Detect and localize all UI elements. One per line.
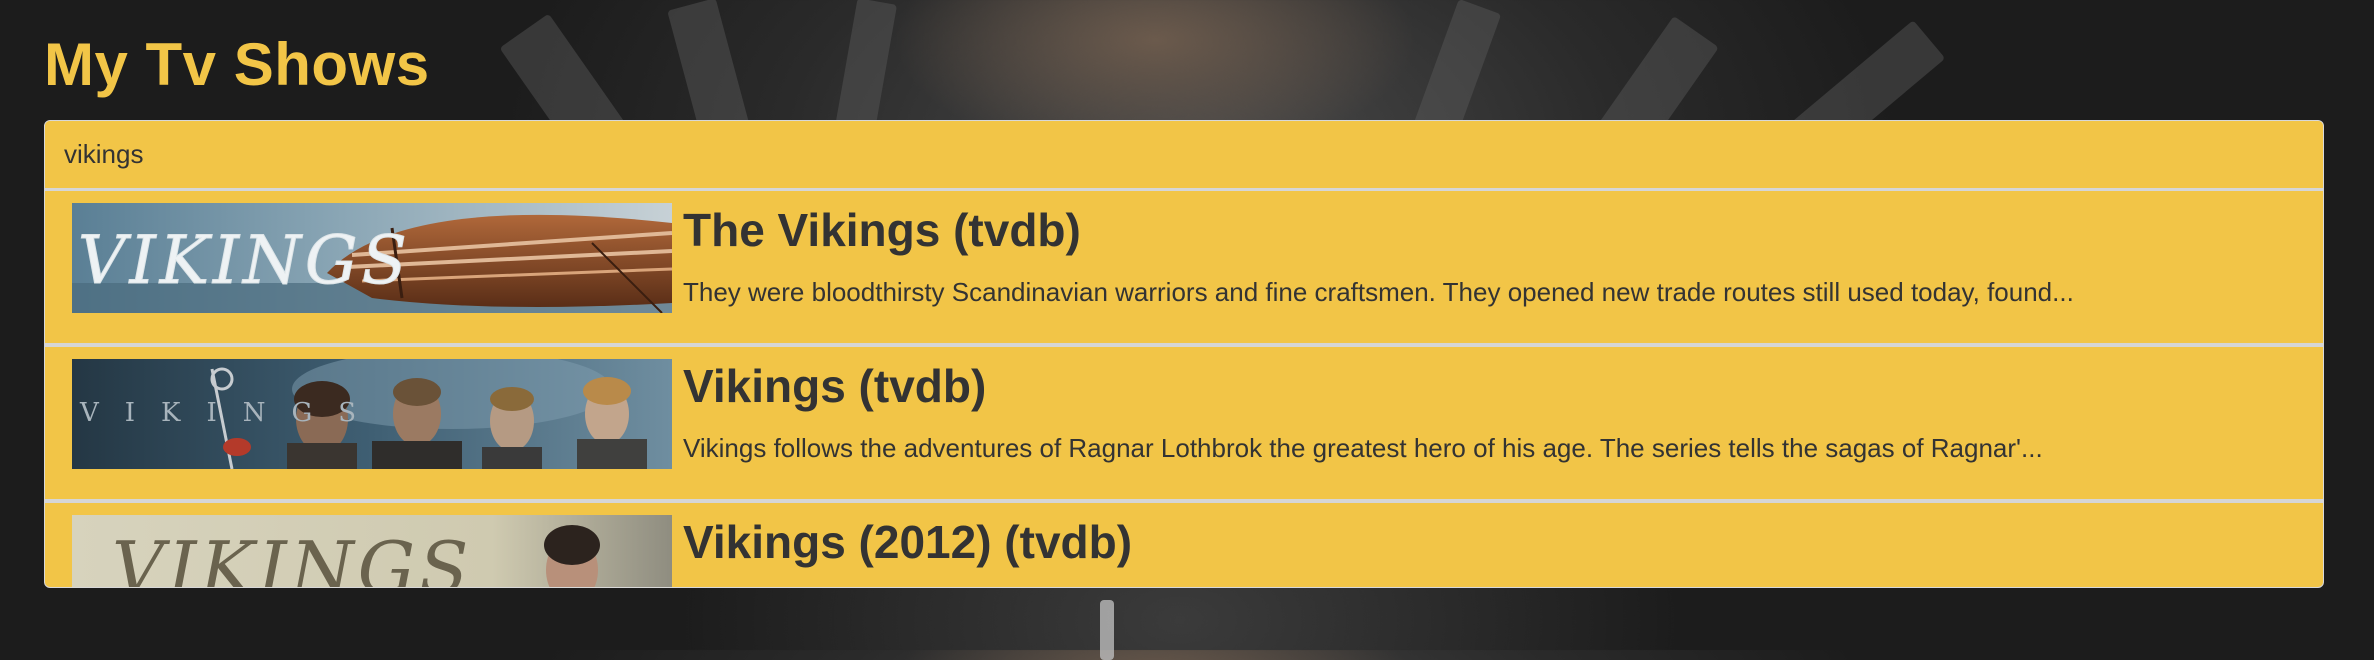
result-item[interactable]: VIKINGS The Vikings (tvdb) They were blo… <box>45 191 2323 347</box>
page-title: My Tv Shows <box>44 31 430 98</box>
result-title[interactable]: The Vikings (tvdb) <box>683 203 1081 257</box>
search-input[interactable] <box>45 121 2323 191</box>
banner-text: VIKINGS <box>112 526 473 588</box>
banner-text: VIKINGS <box>79 398 382 428</box>
result-item[interactable]: VIKINGS Vikings (2012) (tvdb) <box>45 503 2323 588</box>
results-list[interactable]: VIKINGS The Vikings (tvdb) They were blo… <box>45 191 2323 588</box>
show-banner-image: VIKINGS <box>72 203 672 313</box>
result-description: Vikings follows the adventures of Ragnar… <box>683 433 2043 463</box>
result-item[interactable]: VIKINGS Vikings (tvdb) Vikings follows t… <box>45 347 2323 503</box>
result-title[interactable]: Vikings (2012) (tvdb) <box>683 515 1132 569</box>
banner-text: VIKINGS <box>78 222 411 299</box>
show-banner-image: VIKINGS <box>72 359 672 469</box>
result-description: They were bloodthirsty Scandinavian warr… <box>683 277 2074 307</box>
result-title[interactable]: Vikings (tvdb) <box>683 359 986 413</box>
show-banner-image: VIKINGS <box>72 515 672 588</box>
search-panel: VIKINGS The Vikings (tvdb) They were blo… <box>44 120 2324 588</box>
